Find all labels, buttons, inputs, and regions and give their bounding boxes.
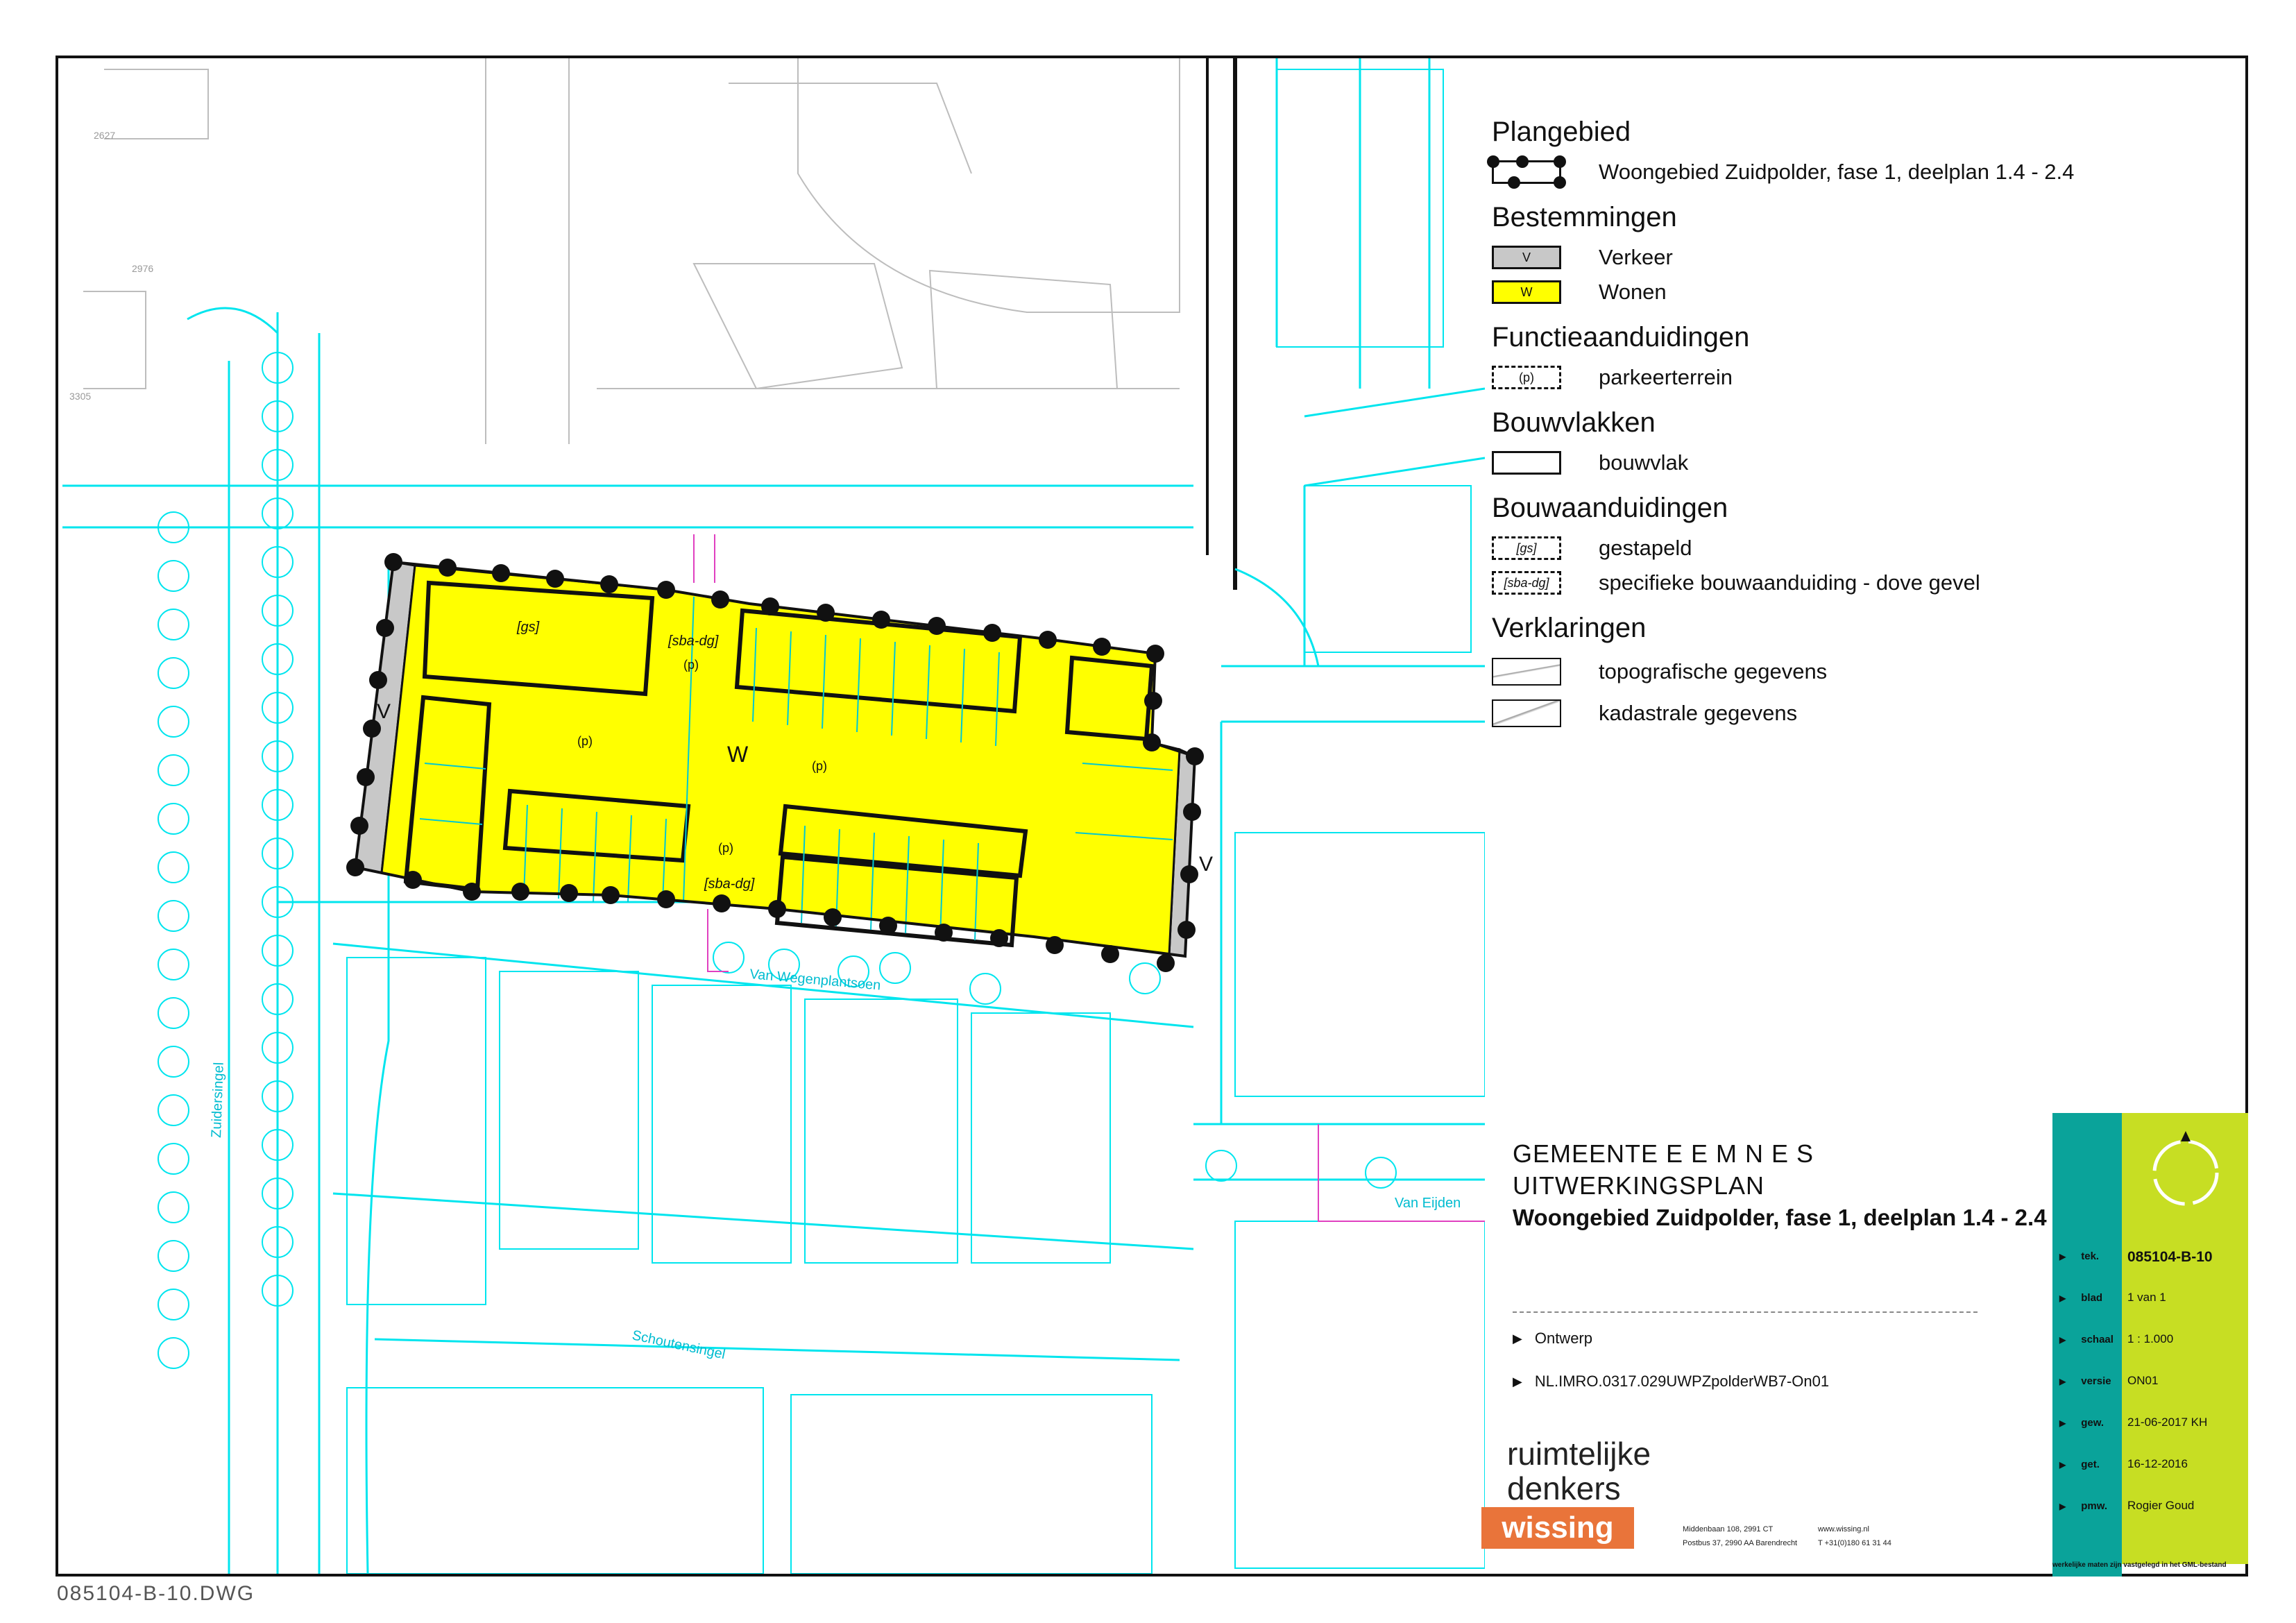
plan-type: UITWERKINGSPLAN [1513,1171,1765,1200]
logo-line: denkers [1507,1470,1621,1506]
scale-value: 1 : 1.000 [2127,1332,2174,1345]
parcel-number: 3305 [69,391,91,402]
legend-section-bouwaanduidingen: Bouwaanduidingen [gs] gestapeld [sba-dg]… [1492,493,2255,600]
label-parkeerterrein: (p) [718,841,733,855]
label-gestapeld: [gs] [516,620,540,635]
legend-section-plangebied: Plangebied Woongebied Zuidpolder, fase 1… [1487,117,2255,189]
drawing-filename: 085104-B-10.DWG [57,1582,255,1605]
status-imro: ▶ NL.IMRO.0317.029UWPZpolderWB7-On01 [1513,1373,1829,1391]
gestapeld-symbol: [gs] [1492,536,1561,560]
street-name: Van Wegenplantsoen [749,967,882,993]
triangle-icon: ▶ [1513,1331,1522,1345]
wissing-logo: wissing [1481,1507,1634,1549]
label-parkeerterrein: (p) [812,759,827,773]
legend-section-verklaringen: Verklaringen topografische gegevens kada… [1492,613,2255,734]
divider [1513,1311,1978,1313]
wonen-symbol: W [1492,280,1561,304]
status-phase-text: Ontwerp [1534,1329,1592,1347]
triangle-icon: ▶ [1513,1374,1522,1388]
bouwvlak-symbol [1492,451,1561,475]
titleblock-key: ▶ blad [2059,1292,2103,1304]
legend-label: kadastrale gegevens [1599,701,1798,725]
legend-heading: Plangebied [1492,117,1631,147]
parkeer-symbol: (p) [1492,366,1561,389]
titleblock-key: ▶ tek. [2059,1250,2100,1262]
project-manager-value: Rogier Goud [2127,1499,2195,1512]
plan-map[interactable]: 2976 3305 2627 W V V [gs] [sba-dg] [sba-… [58,58,1485,1574]
plan-name: Woongebied Zuidpolder, fase 1, deelplan … [1513,1205,2047,1230]
legend-heading: Verklaringen [1492,613,1647,643]
sheet-value: 1 van 1 [2127,1291,2166,1304]
sba-dg-symbol: [sba-dg] [1492,571,1561,595]
version-value: ON01 [2127,1374,2159,1387]
legend-label: topografische gegevens [1599,659,1828,683]
plan-title-block: GEMEENTE E E M N E S UITWERKINGSPLAN Woo… [1513,1138,2068,1234]
legend: Plangebied Woongebied Zuidpolder, fase 1… [1487,104,2255,734]
legend-section-bouwvlakken: Bouwvlakken bouwvlak [1492,407,2255,480]
legend-section-functie: Functieaanduidingen (p) parkeerterrein [1492,322,2255,395]
parcel-number: 2976 [132,263,153,274]
label-verkeer-west: V [377,700,391,723]
label-sba-dg: [sba-dg] [667,634,719,649]
company-logo: ruimtelijke denkers [1507,1436,1651,1506]
label-wonen: W [727,742,749,767]
topografie-symbol [1492,658,1561,686]
label-parkeerterrein: (p) [683,658,699,672]
legend-label: Wonen [1599,280,1667,304]
logo-line: ruimtelijke [1507,1436,1651,1472]
legend-heading: Functieaanduidingen [1492,322,1750,352]
legend-label: Woongebied Zuidpolder, fase 1, deelplan … [1599,160,2075,184]
plangebied-symbol [1487,155,1566,189]
legend-heading: Bouwaanduidingen [1492,493,1728,523]
parcel-number: 2627 [94,130,115,141]
label-parkeerterrein: (p) [577,734,593,748]
legend-label: Verkeer [1599,245,1673,269]
legend-section-bestemmingen: Bestemmingen V Verkeer W Wonen [1492,202,2255,309]
titleblock-key: ▶ versie [2059,1375,2111,1387]
street-name: Schoutensingel [631,1327,726,1362]
company-contact: www.wissing.nl T +31(0)180 61 31 44 [1818,1525,1891,1547]
legend-label: bouwvlak [1599,450,1689,475]
label-sba-dg: [sba-dg] [704,876,755,892]
legend-label: parkeerterrein [1599,365,1733,389]
label-verkeer-east: V [1199,853,1213,876]
drawing-number: 085104-B-10 [2127,1249,2213,1265]
legend-heading: Bouwvlakken [1492,407,1656,438]
legend-label: gestapeld [1599,536,1692,560]
kadaster-symbol [1492,699,1561,727]
topography-grey [83,58,1237,590]
street-name: Zuidersingel [209,1062,227,1139]
company-address: Middenbaan 108, 2991 CT Postbus 37, 2990… [1683,1525,1798,1547]
legend-heading: Bestemmingen [1492,202,1677,232]
verkeer-symbol: V [1492,246,1561,269]
titleblock-key: ▶ schaal [2059,1334,2114,1345]
gml-note: werkelijke maten zijn vastgelegd in het … [2052,1561,2227,1569]
legend-label: specifieke bouwaanduiding - dove gevel [1599,570,1980,595]
north-arrow-icon [2152,1131,2219,1206]
titleblock-key: ▶ pmw. [2059,1500,2108,1512]
imro-id-text: NL.IMRO.0317.029UWPZpolderWB7-On01 [1534,1373,1830,1390]
street-name: Van Eijden [1395,1196,1461,1211]
titleblock-key: ▶ gew. [2059,1417,2104,1429]
modified-value: 21-06-2017 KH [2127,1416,2208,1429]
titleblock-key: ▶ get. [2059,1459,2100,1470]
drawn-value: 16-12-2016 [2127,1457,2188,1470]
status-phase: ▶ Ontwerp [1513,1329,1592,1348]
municipality-name: GEMEENTE E E M N E S [1513,1139,1814,1168]
